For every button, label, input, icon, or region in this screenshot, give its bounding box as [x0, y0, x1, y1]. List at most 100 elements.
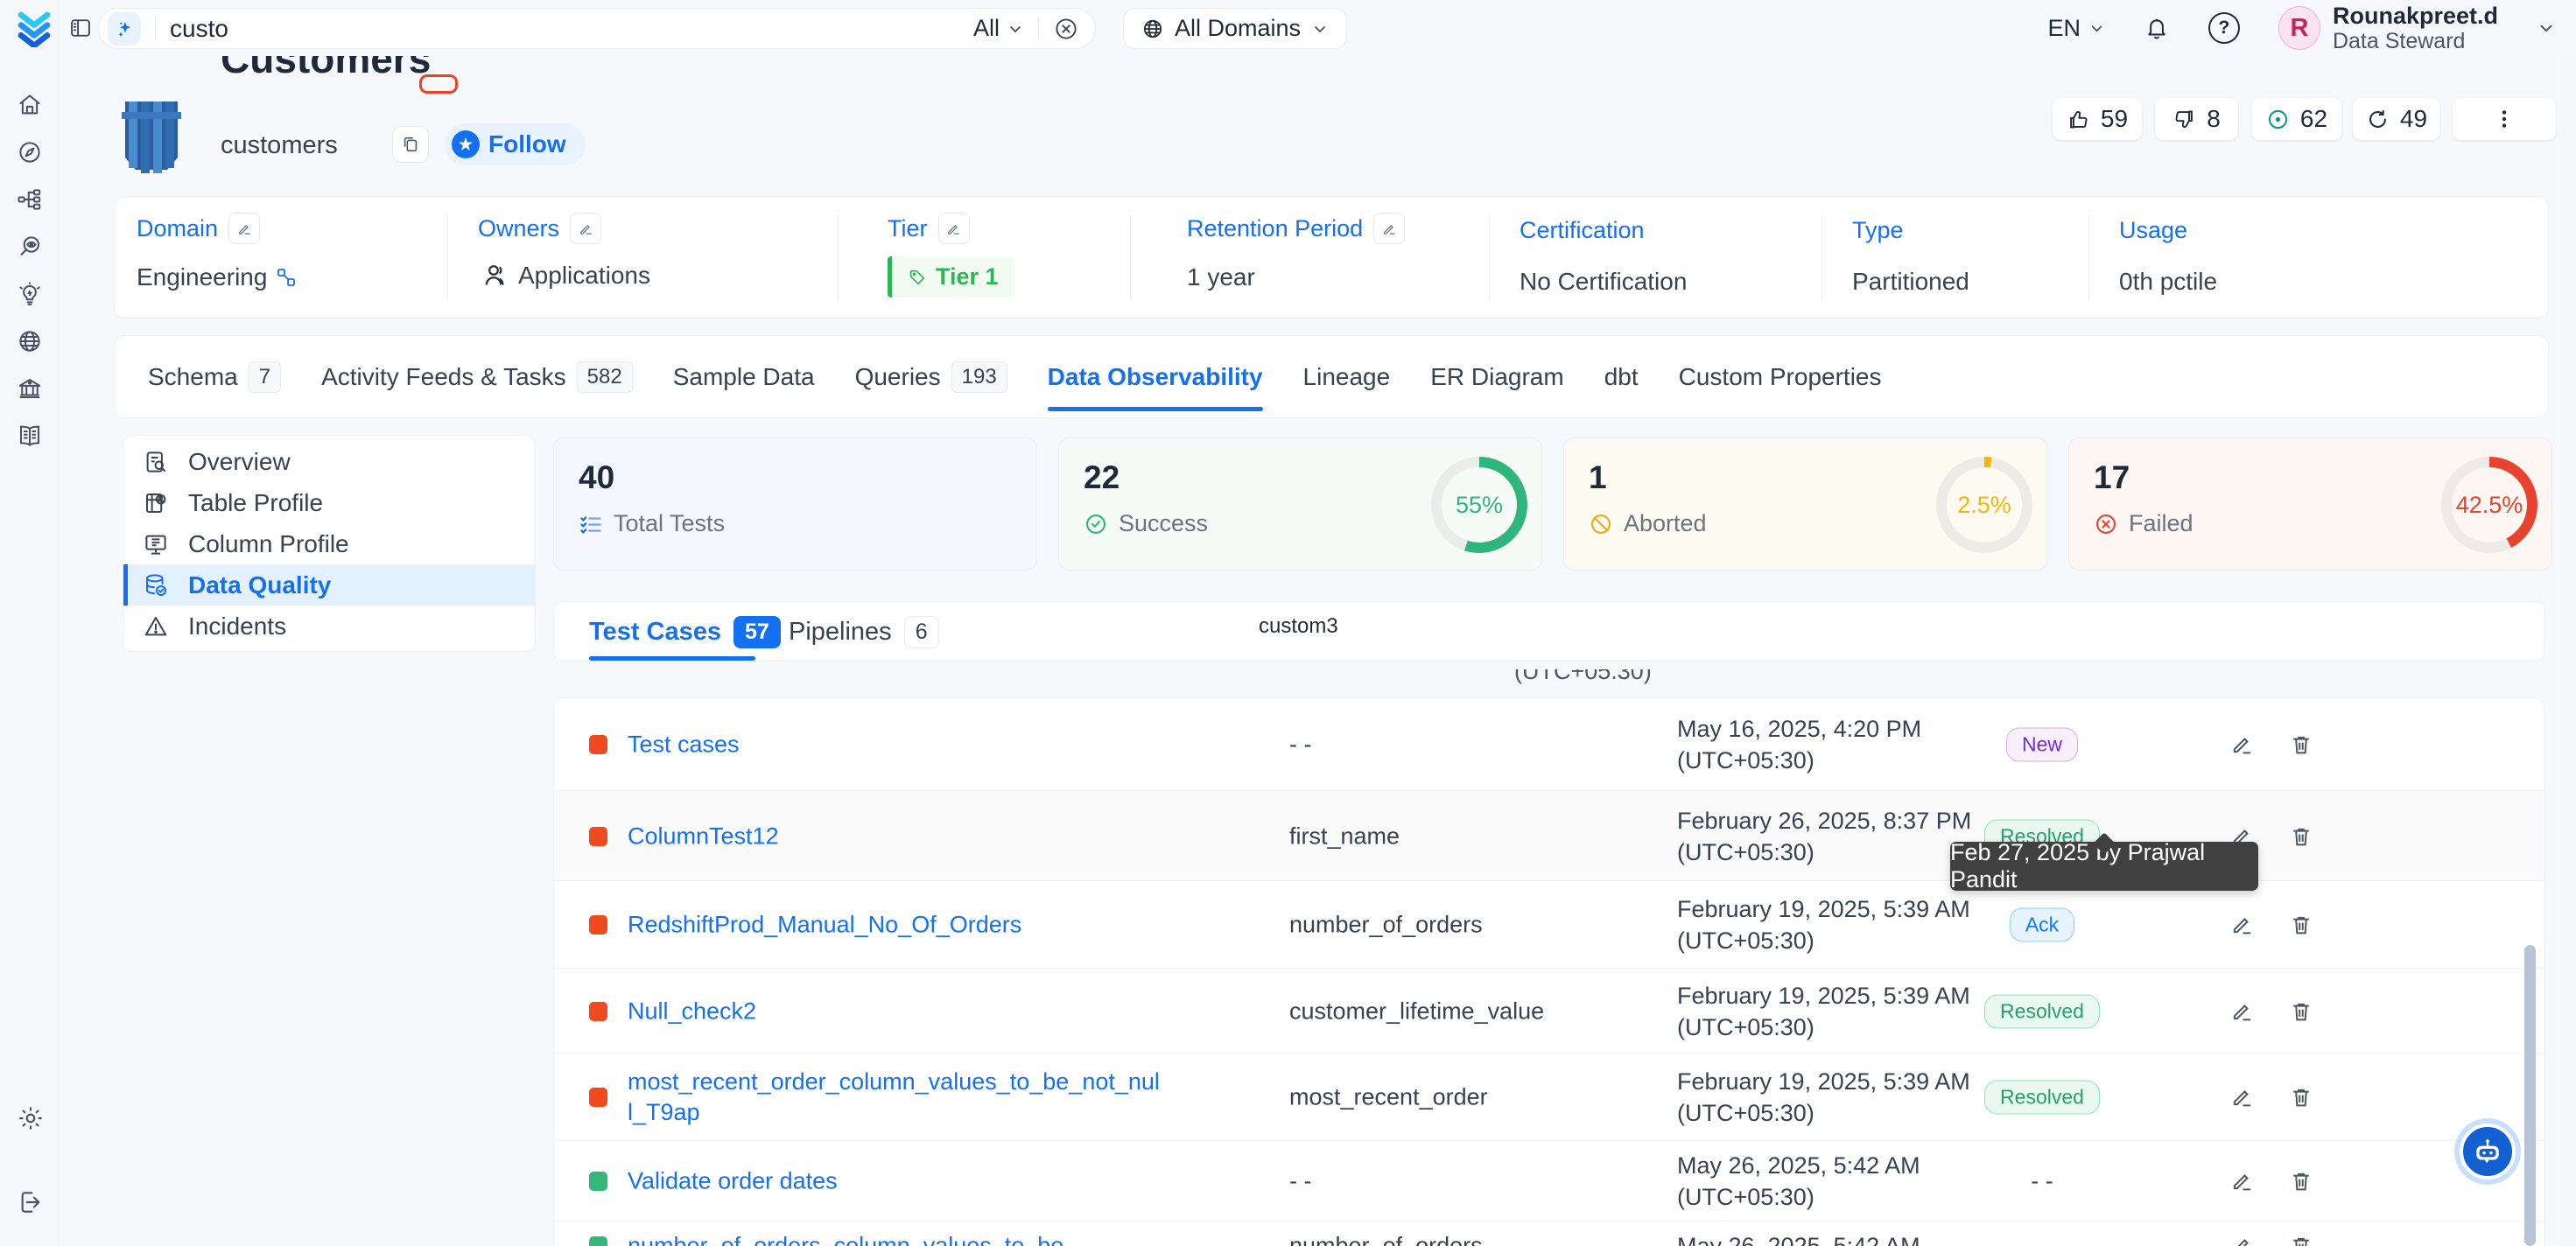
delete-icon[interactable] — [2285, 821, 2317, 852]
tab-er-diagram[interactable]: ER Diagram — [1430, 335, 1563, 418]
versions-button[interactable]: 49 — [2353, 98, 2440, 140]
chat-assistant-button[interactable] — [2460, 1124, 2516, 1180]
user-menu[interactable]: R Rounakpreet.d Data Steward — [2278, 3, 2498, 54]
follow-button[interactable]: ★ Follow — [445, 123, 586, 165]
clipped-previous-row-text: (UTC+05:30) — [1514, 669, 1652, 684]
settings-gear-icon[interactable] — [17, 1104, 45, 1132]
edit-icon[interactable] — [2226, 729, 2257, 760]
table-row[interactable]: most_recent_order_column_values_to_be_no… — [554, 1053, 2545, 1141]
governance-bank-icon[interactable] — [17, 375, 43, 402]
edit-tier-button[interactable] — [938, 213, 970, 244]
test-case-link[interactable]: number_of_orders_column_values_to_be_ — [628, 1231, 1188, 1246]
edit-icon[interactable] — [2226, 1230, 2257, 1246]
glossary-book-icon[interactable] — [17, 423, 43, 449]
total-tests-card: 40 Total Tests — [553, 438, 1037, 570]
app-logo[interactable] — [17, 9, 52, 47]
delete-icon[interactable] — [2285, 1230, 2317, 1246]
more-actions-button[interactable] — [2453, 98, 2556, 140]
edit-icon[interactable] — [2226, 1082, 2257, 1113]
explore-compass-icon[interactable] — [17, 139, 43, 165]
tab-schema[interactable]: Schema7 — [148, 335, 281, 418]
metadata-retention: Retention Period 1 year — [1187, 213, 1405, 291]
test-case-link[interactable]: Null_check2 — [628, 996, 1188, 1026]
test-case-link[interactable]: ColumnTest12 — [628, 821, 1188, 851]
watch-button[interactable]: 62 — [2251, 98, 2342, 140]
status-square — [589, 1002, 607, 1021]
subnav-overview[interactable]: Overview — [123, 441, 535, 482]
home-icon[interactable] — [17, 92, 43, 118]
test-case-link[interactable]: RedshiftProd_Manual_No_Of_Orders — [628, 910, 1188, 941]
status-square — [589, 1236, 607, 1246]
status-badge[interactable]: Resolved — [1984, 994, 2100, 1028]
success-donut: 55% — [1431, 457, 1527, 553]
delete-icon[interactable] — [2285, 1082, 2317, 1113]
notifications-bell-icon[interactable] — [2144, 15, 2170, 41]
insights-bulb-icon[interactable] — [17, 281, 43, 307]
tab-activity-feeds[interactable]: Activity Feeds & Tasks582 — [321, 335, 633, 418]
entity-metadata-card: Domain Engineering Owners Applications T… — [114, 196, 2549, 318]
copy-name-button[interactable] — [392, 126, 429, 163]
tab-custom-properties[interactable]: Custom Properties — [1679, 335, 1882, 418]
ai-sparkle-icon[interactable] — [108, 12, 141, 46]
delete-icon[interactable] — [2285, 996, 2317, 1027]
tab-dbt[interactable]: dbt — [1604, 335, 1639, 418]
table-row[interactable]: RedshiftProd_Manual_No_Of_Orders number_… — [554, 880, 2545, 969]
test-case-link[interactable]: Test cases — [628, 729, 1188, 760]
tab-test-cases[interactable]: Test Cases 57 — [589, 616, 781, 648]
table-row[interactable]: Null_check2 customer_lifetime_value Febr… — [554, 968, 2545, 1054]
search-scope-dropdown[interactable]: All — [973, 15, 1024, 42]
slash-circle-icon — [1589, 512, 1613, 536]
date-cell: February 19, 2025, 5:39 AM(UTC+05:30) — [1677, 1066, 1970, 1129]
tab-data-observability[interactable]: Data Observability — [1048, 335, 1263, 418]
tier-badge[interactable]: Tier 1 — [888, 256, 1014, 298]
help-icon[interactable]: ? — [2208, 12, 2240, 44]
subnav-table-profile[interactable]: Table Profile — [123, 482, 535, 523]
status-badge[interactable]: New — [2006, 727, 2078, 761]
subnav-data-quality[interactable]: Data Quality — [123, 564, 535, 606]
sidebar-toggle-icon[interactable] — [68, 16, 93, 40]
page-scrollbar-track[interactable] — [2562, 0, 2576, 1246]
downvote-button[interactable]: 8 — [2155, 98, 2238, 140]
delete-icon[interactable] — [2285, 909, 2317, 941]
delete-icon[interactable] — [2285, 729, 2317, 760]
edit-retention-button[interactable] — [1373, 213, 1405, 244]
domains-globe-icon[interactable] — [17, 328, 43, 354]
subnav-column-profile[interactable]: Column Profile — [123, 523, 535, 564]
edit-icon[interactable] — [2226, 996, 2257, 1027]
observability-search-icon[interactable] — [17, 234, 43, 260]
thumbs-down-icon — [2172, 108, 2196, 131]
search-input[interactable]: custo — [170, 15, 973, 43]
clear-search-icon[interactable] — [1053, 16, 1079, 42]
edit-icon[interactable] — [2226, 909, 2257, 941]
content-scrollbar-thumb[interactable] — [2524, 945, 2536, 1246]
tab-sample-data[interactable]: Sample Data — [673, 335, 815, 418]
subnav-incidents[interactable]: Incidents — [123, 606, 535, 647]
lineage-graph-icon[interactable] — [17, 186, 43, 213]
copy-icon — [401, 135, 420, 154]
upvote-button[interactable]: 59 — [2053, 98, 2142, 140]
test-case-link[interactable]: Validate order dates — [628, 1166, 1188, 1197]
status-square — [589, 1172, 607, 1191]
table-row[interactable]: Validate order dates - - May 26, 2025, 5… — [554, 1140, 2545, 1222]
status-badge[interactable]: Resolved — [1984, 1081, 2100, 1115]
domains-filter[interactable]: All Domains — [1123, 8, 1347, 49]
logout-icon[interactable] — [17, 1188, 45, 1216]
avatar[interactable]: R — [2278, 6, 2320, 50]
tab-pipelines[interactable]: Pipelines 6 — [789, 616, 939, 648]
edit-owners-button[interactable] — [570, 213, 601, 244]
table-row[interactable]: Test cases - - May 16, 2025, 4:20 PM(UTC… — [554, 698, 2545, 790]
test-case-link[interactable]: most_recent_order_column_values_to_be_no… — [628, 1067, 1162, 1128]
failed-tests-card: 17 Failed 42.5% — [2068, 438, 2552, 570]
column-cell: customer_lifetime_value — [1289, 998, 1544, 1025]
global-search-bar[interactable]: custo All — [98, 8, 1096, 49]
overview-icon — [143, 449, 169, 475]
delete-icon[interactable] — [2285, 1166, 2317, 1197]
status-badge[interactable]: Ack — [2010, 908, 2074, 942]
edit-icon[interactable] — [2226, 1166, 2257, 1197]
table-row[interactable]: number_of_orders_column_values_to_be_ nu… — [554, 1221, 2545, 1246]
edit-domain-button[interactable] — [228, 213, 260, 244]
tab-lineage[interactable]: Lineage — [1303, 335, 1391, 418]
chevron-down-icon[interactable] — [2537, 18, 2556, 38]
language-selector[interactable]: EN — [2047, 15, 2105, 42]
tab-queries[interactable]: Queries193 — [855, 335, 1007, 418]
